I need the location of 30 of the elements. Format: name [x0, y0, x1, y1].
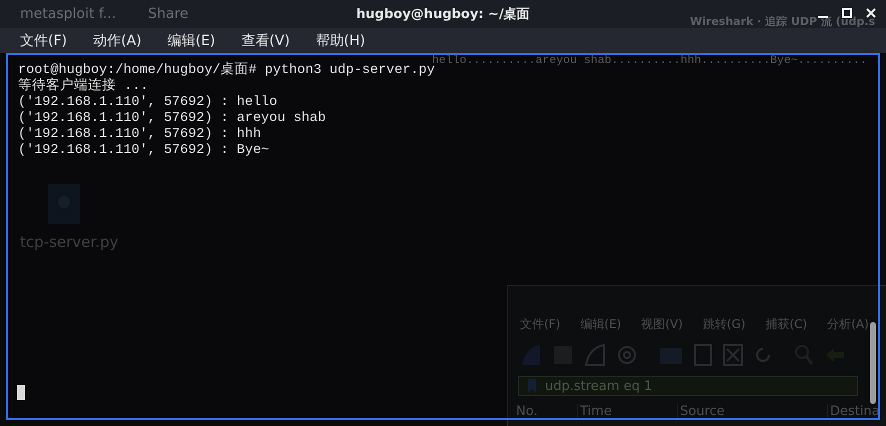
terminal-line: ('192.168.1.110', 57692) : Bye~: [18, 143, 270, 159]
menu-item[interactable]: 帮助(H): [308, 32, 374, 50]
menu-item[interactable]: 编辑(E): [160, 32, 224, 50]
close-file-icon: [723, 344, 743, 366]
menu-item[interactable]: 动作(A): [84, 32, 150, 50]
file-label: tcp-server.py: [20, 233, 118, 251]
column-header: No.: [514, 404, 578, 419]
terminal-line: ('192.168.1.110', 57692) : areyou shab: [18, 111, 327, 127]
settings-icon: [616, 344, 638, 366]
terminal-line: 等待客户端连接 ...: [18, 79, 150, 95]
tab-label: metasploit f...: [20, 6, 116, 22]
column-header: Destina: [828, 404, 886, 419]
fin-icon: [584, 344, 606, 366]
python-file-icon: [48, 184, 80, 224]
column-header: Time: [578, 404, 678, 419]
scrollbar[interactable]: [870, 322, 876, 404]
menu-item[interactable]: 文件(F): [12, 32, 75, 50]
bookmark-icon: [525, 378, 539, 394]
stream-text: hello..........areyou shab..........hhh..........Bye~..........: [432, 54, 867, 67]
terminal-area[interactable]: [6, 53, 880, 420]
tab-label: Share: [148, 6, 188, 22]
window-title: hugboy@hugboy: ~/桌面: [356, 6, 530, 23]
fin-icon: [520, 344, 542, 366]
menu-item[interactable]: 查看(V): [233, 32, 298, 50]
terminal-line: ('192.168.1.110', 57692) : hhh: [18, 127, 262, 143]
terminal-line: root@hugboy:/home/hugboy/桌面# python3 udp-server.py: [18, 63, 435, 78]
column-header: Source: [678, 404, 828, 419]
terminal-line: ('192.168.1.110', 57692) : hello: [18, 95, 278, 111]
filter-text: udp.stream eq 1: [545, 378, 652, 394]
file-icon: [693, 344, 713, 366]
